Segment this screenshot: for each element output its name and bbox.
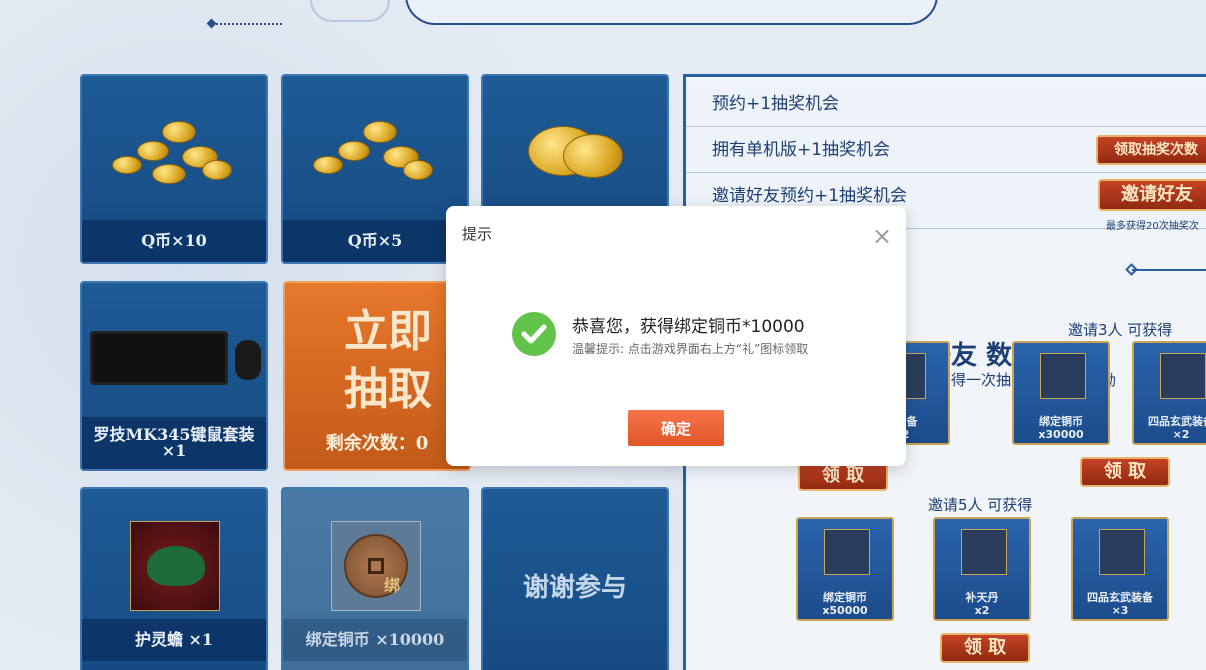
dialog-title: 提示	[462, 225, 493, 243]
success-message: 恭喜您，获得绑定铜币*10000	[572, 317, 805, 337]
notice-dialog: 提示 × 恭喜您，获得绑定铜币*10000 温馨提示: 点击游戏界面右上方“礼”…	[446, 206, 906, 466]
hint-text: 温馨提示: 点击游戏界面右上方“礼”图标领取	[572, 342, 809, 356]
close-icon[interactable]: ×	[872, 224, 892, 248]
check-circle-icon	[512, 312, 556, 356]
confirm-button[interactable]: 确定	[628, 410, 724, 446]
